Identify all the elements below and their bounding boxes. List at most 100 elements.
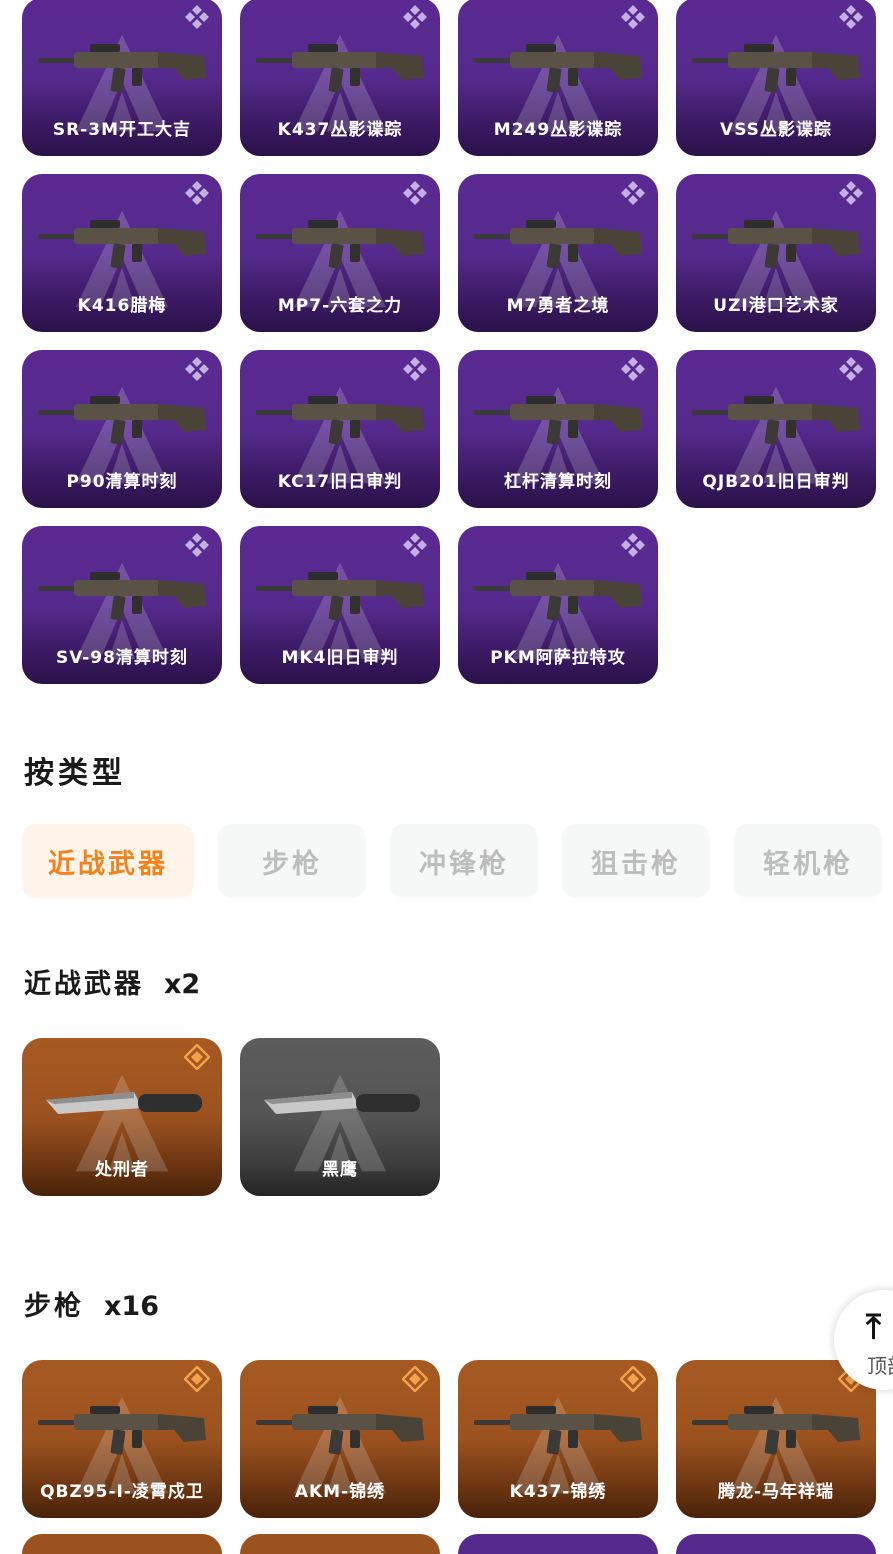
weapon-card[interactable]: UZI港口艺术家 [676,174,876,332]
weapon-name: K437-锦绣 [509,1482,607,1502]
weapon-image [470,562,646,624]
weapon-card[interactable]: KC17旧日审判 [240,350,440,508]
weapon-name: P90清算时刻 [66,472,178,492]
weapon-card[interactable]: AKM-锦绣 [240,1360,440,1518]
weapon-name: PKM阿萨拉特攻 [490,648,626,668]
weapon-card[interactable]: M249丛影谍踪 [458,0,658,156]
weapon-card-peek [458,1534,658,1554]
rarity-diamond-icon [402,532,428,558]
rifle-group-title: 步枪 x16 [24,1284,159,1323]
weapon-name: M249丛影谍踪 [493,120,623,140]
weapon-name: AKM-锦绣 [294,1482,386,1502]
weapon-name: SR-3M开工大吉 [52,120,192,140]
weapon-card[interactable]: VSS丛影谍踪 [676,0,876,156]
rarity-diamond-icon [402,180,428,206]
rarity-diamond-icon [620,532,646,558]
weapon-name: KC17旧日审判 [277,472,403,492]
weapon-image [34,562,210,624]
arrow-up-icon: ⤒ [866,1307,882,1347]
rarity-diamond-icon [184,4,210,30]
rarity-diamond-icon [402,1366,428,1392]
weapon-name: K416腊梅 [77,296,167,316]
weapon-name: MK4旧日审判 [281,648,399,668]
weapon-image [252,1396,428,1458]
weapon-name: 腾龙-马年祥瑞 [717,1482,835,1502]
weapon-card[interactable]: 黑鹰 [240,1038,440,1196]
weapon-name: 杠杆清算时刻 [504,472,612,492]
rarity-diamond-icon [402,4,428,30]
rarity-diamond-icon [620,1366,646,1392]
group-count: x16 [104,1291,159,1322]
group-name: 近战武器 [24,969,144,1000]
weapon-image [34,386,210,448]
weapon-card[interactable]: 杠杆清算时刻 [458,350,658,508]
weapon-card[interactable]: SV-98清算时刻 [22,526,222,684]
weapon-image [252,1074,428,1136]
rarity-diamond-icon [838,180,864,206]
weapon-name: QBZ95-I-凌霄戍卫 [40,1482,204,1502]
weapon-image [688,210,864,272]
weapon-card[interactable]: K437-锦绣 [458,1360,658,1518]
rifle-grid: QBZ95-I-凌霄戍卫 AKM-锦绣 K437-锦绣 腾龙-马年祥瑞 [22,1360,892,1518]
weapon-card[interactable]: M7勇者之境 [458,174,658,332]
weapon-image [252,34,428,96]
weapon-name: SV-98清算时刻 [56,648,188,668]
weapon-image [688,34,864,96]
rarity-diamond-icon [402,356,428,382]
weapon-image [252,562,428,624]
weapon-name: VSS丛影谍踪 [720,120,832,140]
rarity-diamond-icon [184,532,210,558]
weapon-card[interactable]: MP7-六套之力 [240,174,440,332]
weapon-card[interactable]: PKM阿萨拉特攻 [458,526,658,684]
weapon-card[interactable]: SR-3M开工大吉 [22,0,222,156]
tab-rifle[interactable]: 步枪 [218,824,366,898]
weapon-image [252,386,428,448]
back-to-top-label: 顶部 [867,1354,893,1378]
rarity-diamond-icon [838,356,864,382]
weapon-image [470,386,646,448]
tab-lmg[interactable]: 轻机枪 [734,824,882,898]
tab-melee[interactable]: 近战武器 [22,824,194,898]
weapon-card[interactable]: K437丛影谍踪 [240,0,440,156]
melee-grid: 处刑者 黑鹰 [22,1038,892,1196]
weapon-name: QJB201旧日审判 [702,472,850,492]
weapon-name: UZI港口艺术家 [713,296,839,316]
weapon-card-peek [676,1534,876,1554]
weapon-grid-top: SR-3M开工大吉 K437丛影谍踪 M249丛影谍踪 VSS丛影谍踪 K416… [22,0,892,684]
weapon-image [470,34,646,96]
rarity-diamond-icon [620,180,646,206]
weapon-card[interactable]: 处刑者 [22,1038,222,1196]
weapon-card[interactable]: P90清算时刻 [22,350,222,508]
weapon-image [688,1396,864,1458]
group-name: 步枪 [24,1291,84,1322]
weapon-name: MP7-六套之力 [277,296,403,316]
weapon-card-peek [240,1534,440,1554]
by-type-title: 按类型 [24,756,126,791]
weapon-image [470,1396,646,1458]
rarity-diamond-icon [184,180,210,206]
rarity-diamond-icon [184,356,210,382]
weapon-name: M7勇者之境 [506,296,610,316]
weapon-image [34,1396,210,1458]
weapon-card[interactable]: K416腊梅 [22,174,222,332]
weapon-name: K437丛影谍踪 [277,120,403,140]
rarity-diamond-icon [620,356,646,382]
weapon-name: 黑鹰 [322,1160,358,1180]
weapon-image [34,34,210,96]
weapon-image [252,210,428,272]
rarity-diamond-icon [184,1044,210,1070]
tab-smg[interactable]: 冲锋枪 [390,824,538,898]
rarity-diamond-icon [838,4,864,30]
weapon-card-peek [22,1534,222,1554]
weapon-card[interactable]: 腾龙-马年祥瑞 [676,1360,876,1518]
group-count: x2 [164,969,201,1000]
melee-group-title: 近战武器 x2 [24,962,200,1001]
weapon-card[interactable]: QBZ95-I-凌霄戍卫 [22,1360,222,1518]
weapon-card[interactable]: QJB201旧日审判 [676,350,876,508]
weapon-card[interactable]: MK4旧日审判 [240,526,440,684]
weapon-type-tabs: 近战武器 步枪 冲锋枪 狙击枪 轻机枪 [22,824,882,898]
tab-sniper[interactable]: 狙击枪 [562,824,710,898]
rarity-diamond-icon [620,4,646,30]
weapon-image [688,386,864,448]
weapon-name: 处刑者 [95,1160,149,1180]
